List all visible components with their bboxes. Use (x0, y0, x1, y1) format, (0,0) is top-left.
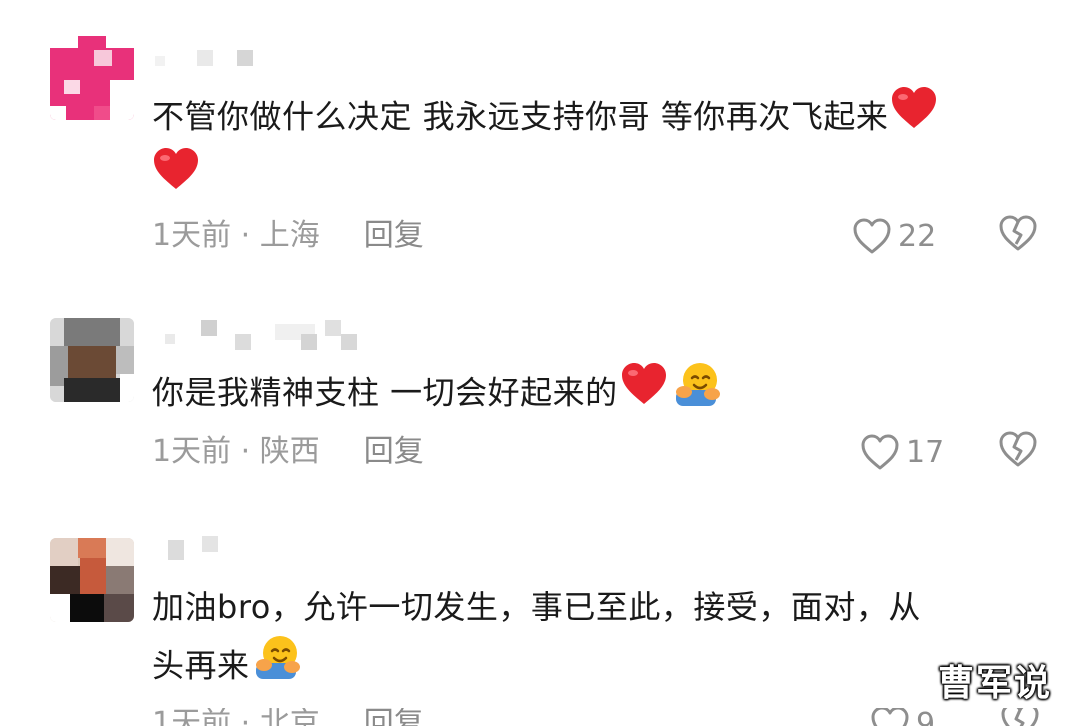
reply-button[interactable]: 回复 (364, 218, 424, 253)
hugging-face-icon (674, 360, 722, 425)
red-heart-icon (152, 147, 200, 208)
dislike-button[interactable] (998, 430, 1042, 474)
like-button[interactable]: 17 (860, 430, 944, 474)
username-redacted[interactable] (168, 536, 228, 560)
timestamp: 1天前 (152, 434, 232, 469)
like-count: 17 (906, 434, 945, 470)
comment-body: 你是我精神支柱 一切会好起来的 (152, 373, 618, 412)
location: 上海 (259, 218, 320, 253)
avatar[interactable] (50, 318, 134, 402)
watermark: 曹军说 (938, 663, 1053, 704)
hugging-face-icon (254, 633, 302, 698)
red-heart-icon (620, 362, 668, 423)
comment-text: 加油bro，允许一切发生，事已至此，接受，面对，从 头再来 (152, 580, 1042, 700)
broken-heart-icon (999, 215, 1037, 251)
heart-outline-icon (853, 218, 891, 254)
like-button[interactable]: 9 (870, 708, 935, 726)
meta-separator: · (231, 218, 260, 253)
location: 陕西 (259, 434, 320, 469)
comment-meta: 1天前 · 北京 回复 (152, 708, 424, 726)
location: 北京 (259, 708, 320, 726)
avatar[interactable] (50, 538, 134, 622)
like-count: 22 (898, 218, 937, 254)
reply-button[interactable]: 回复 (364, 434, 424, 469)
comment-body-line2: 头再来 (152, 646, 250, 685)
comment-body: 不管你做什么决定 我永远支持你哥 等你再次飞起来 (152, 97, 889, 136)
broken-heart-icon (999, 431, 1037, 467)
broken-heart-icon (1001, 708, 1039, 726)
like-button[interactable]: 22 (852, 214, 936, 258)
like-count: 9 (916, 708, 936, 726)
timestamp: 1天前 (152, 218, 232, 253)
reply-button[interactable]: 回复 (364, 708, 424, 726)
red-heart-icon (890, 86, 938, 147)
username-redacted[interactable] (155, 50, 255, 68)
comment-text: 你是我精神支柱 一切会好起来的 (152, 362, 1042, 427)
meta-separator: · (231, 708, 260, 726)
dislike-button[interactable] (998, 214, 1042, 258)
comment-text: 不管你做什么决定 我永远支持你哥 等你再次飞起来 (152, 86, 1042, 210)
avatar[interactable] (50, 36, 134, 120)
heart-outline-icon (861, 434, 899, 470)
meta-separator: · (231, 434, 260, 469)
timestamp: 1天前 (152, 708, 232, 726)
dislike-button[interactable] (1000, 708, 1044, 726)
comment-meta: 1天前 · 上海 回复 (152, 216, 424, 256)
comment-meta-clipped: 1天前 · 北京 回复 9 (0, 708, 1080, 726)
username-redacted[interactable] (165, 320, 357, 350)
comment-meta: 1天前 · 陕西 回复 (152, 432, 424, 472)
comment-body: 加油bro，允许一切发生，事已至此，接受，面对，从 (152, 588, 921, 626)
comment-list: 不管你做什么决定 我永远支持你哥 等你再次飞起来 1天前 · 上海回复 22 (0, 0, 1080, 726)
heart-outline-icon (871, 708, 909, 726)
